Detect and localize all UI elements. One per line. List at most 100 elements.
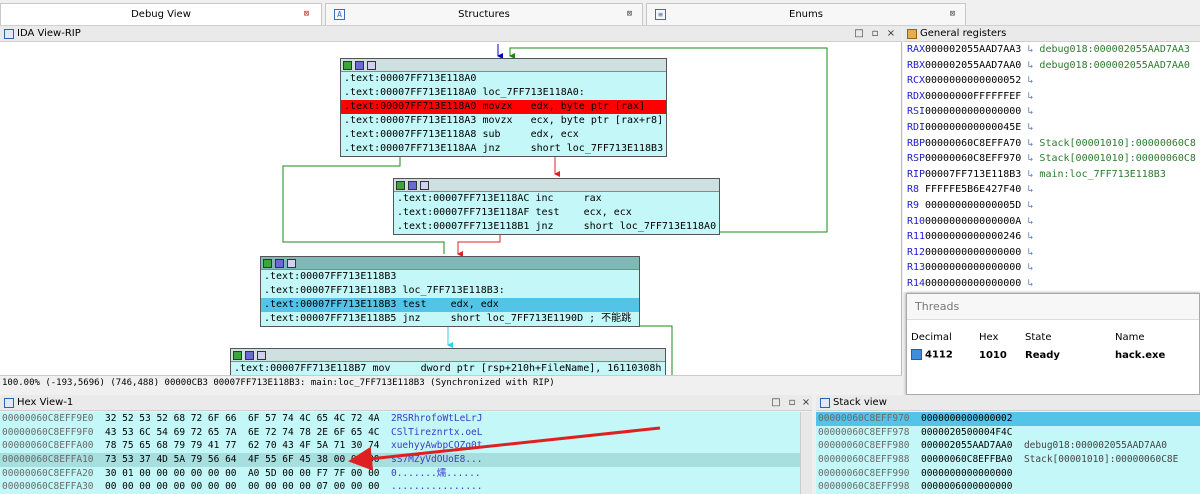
asm-line[interactable]: .text:00007FF713E118B3 (261, 270, 639, 284)
graph-node-4[interactable]: .text:00007FF713E118B7 mov dword ptr [rs… (230, 348, 666, 375)
register-value[interactable]: 00000060C8EFF970 (925, 153, 1021, 164)
jump-arrow-icon[interactable]: ↳ (1027, 75, 1033, 86)
hex-view-panel[interactable]: 00000060C8EFF9E0 32 52 53 52 68 72 6F 66… (0, 412, 800, 494)
stack-row[interactable]: 00000060C8EFF988 00000060C8EFFBA0 Stack[… (816, 453, 1200, 467)
jump-arrow-icon[interactable]: ↳ (1027, 184, 1033, 195)
jump-arrow-icon[interactable]: ↳ (1027, 44, 1033, 55)
general-registers-panel[interactable]: RAX000002055AAD7AA3 ↳ debug018:000002055… (903, 42, 1200, 292)
register-value[interactable]: 0000000000000000 (925, 262, 1021, 273)
asm-line[interactable]: .text:00007FF713E118A3 movzx ecx, byte p… (341, 114, 666, 128)
asm-line-current[interactable]: .text:00007FF713E118B3 test edx, edx (261, 298, 639, 312)
jump-arrow-icon[interactable]: ↳ (1027, 278, 1033, 289)
stack-row[interactable]: 00000060C8EFF990 0000000000000000 (816, 467, 1200, 481)
graph-node-2[interactable]: .text:00007FF713E118AC inc rax .text:000… (393, 178, 720, 235)
hex-row[interactable]: 00000060C8EFF9F0 43 53 6C 54 69 72 65 7A… (0, 426, 800, 440)
jump-arrow-icon[interactable]: ↳ (1027, 153, 1033, 164)
thread-row[interactable]: 4112 1010 Ready hack.exe (911, 346, 1195, 364)
asm-line-breakpoint[interactable]: .text:00007FF713E118A0 movzx edx, byte p… (341, 100, 666, 114)
asm-line[interactable]: .text:00007FF713E118B1 jnz short loc_7FF… (394, 220, 719, 234)
tab-structures[interactable]: A Structures ⊠ (325, 3, 643, 25)
column-header[interactable]: Decimal (911, 328, 979, 346)
register-row[interactable]: R120000000000000000 ↳ (903, 245, 1200, 261)
register-value[interactable]: 0000000000000000 (925, 247, 1021, 258)
register-value[interactable]: 00000060C8EFFA70 (925, 138, 1021, 149)
asm-line[interactable]: .text:00007FF713E118B5 jnz short loc_7FF… (261, 312, 639, 326)
hex-row[interactable]: 00000060C8EFFA20 30 01 00 00 00 00 00 00… (0, 467, 800, 481)
stack-row[interactable]: 00000060C8EFF980 000002055AAD7AA0 debug0… (816, 439, 1200, 453)
asm-line[interactable]: .text:00007FF713E118AF test ecx, ecx (394, 206, 719, 220)
register-value[interactable]: 00000000FFFFFFEF (925, 91, 1021, 102)
register-row[interactable]: RSI0000000000000000 ↳ (903, 104, 1200, 120)
asm-line[interactable]: .text:00007FF713E118A8 sub edx, ecx (341, 128, 666, 142)
register-value[interactable]: 000000000000045E (925, 122, 1021, 133)
stack-value[interactable]: 0000006000000000 (921, 481, 1013, 492)
hex-bytes[interactable]: 00 00 00 00 00 00 00 00 00 00 00 00 07 0… (105, 481, 380, 492)
column-header[interactable]: State (1025, 328, 1115, 346)
close-icon[interactable]: × (885, 26, 897, 42)
register-row[interactable]: R9 000000000000005D ↳ (903, 198, 1200, 214)
asm-line[interactable]: .text:00007FF713E118B7 mov dword ptr [rs… (231, 362, 665, 375)
register-row[interactable]: RCX0000000000000052 ↳ (903, 73, 1200, 89)
hex-scrollbar[interactable] (800, 412, 812, 494)
close-icon[interactable]: × (800, 395, 812, 411)
hex-bytes[interactable]: 43 53 6C 54 69 72 65 7A 6E 72 74 78 2E 6… (105, 427, 380, 438)
hex-ascii[interactable]: ................ (391, 481, 483, 492)
register-row[interactable]: R10000000000000000A ↳ (903, 214, 1200, 230)
stack-value[interactable]: 0000020500004F4C (921, 427, 1013, 438)
asm-line[interactable]: .text:00007FF713E118A0 loc_7FF713E118A0: (341, 86, 666, 100)
asm-line[interactable]: .text:00007FF713E118AA jnz short loc_7FF… (341, 142, 666, 156)
graph-node-1[interactable]: .text:00007FF713E118A0 .text:00007FF713E… (340, 58, 667, 157)
stack-row[interactable]: 00000060C8EFF978 0000020500004F4C (816, 426, 1200, 440)
stack-value[interactable]: 000002055AAD7AA0 (921, 440, 1013, 451)
register-row[interactable]: RDX00000000FFFFFFEF ↳ (903, 89, 1200, 105)
register-value[interactable]: FFFFFE5B6E427F40 (925, 184, 1021, 195)
threads-window[interactable]: Threads Decimal Hex State Name 4112 1010… (906, 293, 1200, 395)
float-icon[interactable]: ▫ (786, 395, 798, 411)
hex-ascii[interactable]: 0.......燸...... (391, 468, 481, 479)
graph-node-3[interactable]: .text:00007FF713E118B3 .text:00007FF713E… (260, 256, 640, 327)
hex-bytes[interactable]: 30 01 00 00 00 00 00 00 A0 5D 00 00 F7 7… (105, 468, 380, 479)
hex-row[interactable]: 00000060C8EFFA00 78 75 65 68 79 79 41 77… (0, 439, 800, 453)
register-row[interactable]: R140000000000000000 ↳ (903, 276, 1200, 292)
hex-row[interactable]: 00000060C8EFF9E0 32 52 53 52 68 72 6F 66… (0, 412, 800, 426)
hex-ascii[interactable]: 2RSRhrofoWtLeLrJ (391, 413, 483, 424)
hex-bytes[interactable]: 73 53 37 4D 5A 79 56 64 4F 55 6F 45 38 0… (105, 454, 380, 465)
stack-view-panel[interactable]: 00000060C8EFF970 0000000000000002 000000… (816, 412, 1200, 494)
column-header[interactable]: Name (1115, 328, 1195, 346)
jump-arrow-icon[interactable]: ↳ (1027, 60, 1033, 71)
register-row[interactable]: RDI000000000000045E ↳ (903, 120, 1200, 136)
register-value[interactable]: 0000000000000246 (925, 231, 1021, 242)
jump-arrow-icon[interactable]: ↳ (1027, 169, 1033, 180)
stack-value[interactable]: 00000060C8EFFBA0 (921, 454, 1013, 465)
register-row[interactable]: RAX000002055AAD7AA3 ↳ debug018:000002055… (903, 42, 1200, 58)
register-row[interactable]: RSP00000060C8EFF970 ↳ Stack[00001010]:00… (903, 151, 1200, 167)
register-value[interactable]: 0000000000000052 (925, 75, 1021, 86)
hex-row[interactable]: 00000060C8EFFA30 00 00 00 00 00 00 00 00… (0, 480, 800, 494)
register-value[interactable]: 000000000000005D (925, 200, 1021, 211)
register-value[interactable]: 000002055AAD7AA3 (925, 44, 1021, 55)
hex-ascii[interactable]: sS7MZyVdOUoE8... (391, 454, 483, 465)
restore-icon[interactable]: □ (853, 26, 865, 42)
hex-ascii[interactable]: CSlTireznrtx.oeL (391, 427, 483, 438)
register-value[interactable]: 0000000000000000 (925, 278, 1021, 289)
asm-line[interactable]: .text:00007FF713E118A0 (341, 72, 666, 86)
register-row[interactable]: RBX000002055AAD7AA0 ↳ debug018:000002055… (903, 58, 1200, 74)
hex-ascii[interactable]: xuehyyAwbpCOZq0t (391, 440, 483, 451)
stack-row[interactable]: 00000060C8EFF998 0000006000000000 (816, 480, 1200, 494)
register-value[interactable]: 000000000000000A (925, 216, 1021, 227)
register-row[interactable]: RIP00007FF713E118B3 ↳ main:loc_7FF713E11… (903, 167, 1200, 183)
jump-arrow-icon[interactable]: ↳ (1027, 106, 1033, 117)
stack-value[interactable]: 0000000000000002 (921, 413, 1013, 424)
close-icon[interactable]: ⊠ (301, 9, 312, 20)
ida-graph-view[interactable]: .text:00007FF713E118A0 .text:00007FF713E… (0, 42, 902, 375)
stack-row[interactable]: 00000060C8EFF970 0000000000000002 (816, 412, 1200, 426)
register-value[interactable]: 000002055AAD7AA0 (925, 60, 1021, 71)
stack-value[interactable]: 0000000000000000 (921, 468, 1013, 479)
hex-bytes[interactable]: 32 52 53 52 68 72 6F 66 6F 57 74 4C 65 4… (105, 413, 380, 424)
asm-line[interactable]: .text:00007FF713E118AC inc rax (394, 192, 719, 206)
jump-arrow-icon[interactable]: ↳ (1027, 216, 1033, 227)
restore-icon[interactable]: □ (770, 395, 782, 411)
close-icon[interactable]: ⊠ (624, 9, 635, 20)
jump-arrow-icon[interactable]: ↳ (1027, 200, 1033, 211)
register-value[interactable]: 00007FF713E118B3 (925, 169, 1021, 180)
